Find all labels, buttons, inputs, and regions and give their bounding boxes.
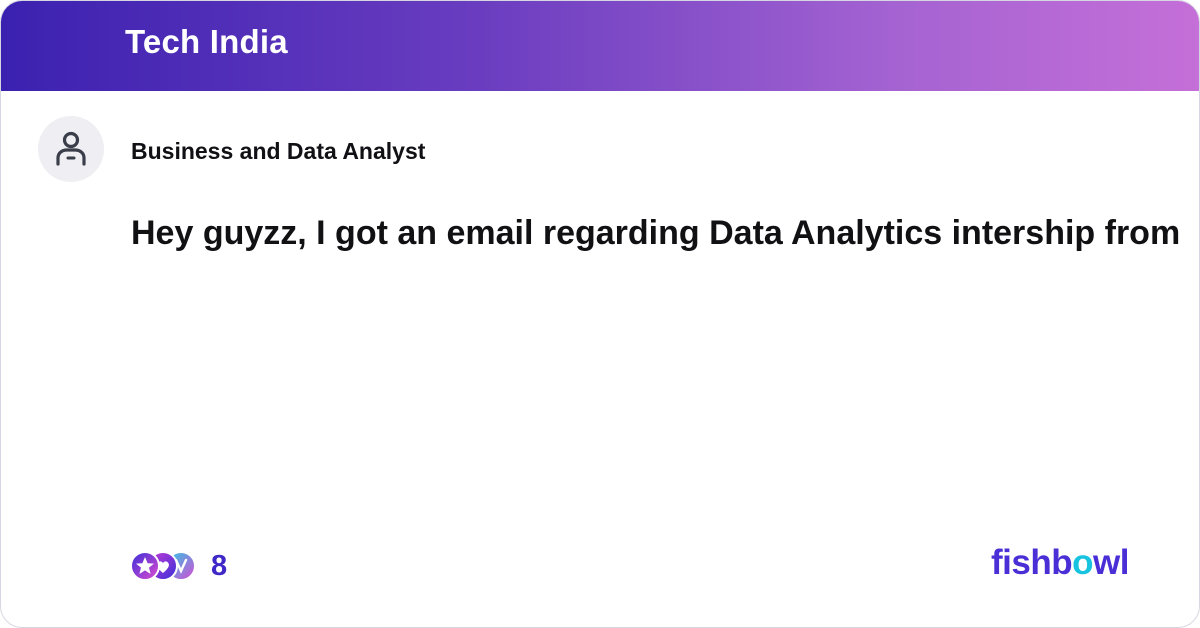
reactions[interactable]: 8 bbox=[129, 547, 227, 585]
reaction-count: 8 bbox=[211, 549, 228, 582]
author-name[interactable]: Business and Data Analyst bbox=[131, 138, 425, 165]
fishbowl-logo[interactable]: fishbowl bbox=[991, 543, 1129, 583]
brand-part1: fishb bbox=[991, 543, 1073, 582]
brand-o: o bbox=[1072, 543, 1093, 582]
post-text[interactable]: Hey guyzz, I got an email regarding Data… bbox=[131, 214, 1181, 253]
user-avatar-icon bbox=[56, 131, 86, 166]
star-reaction-icon bbox=[130, 551, 160, 581]
author-avatar[interactable] bbox=[38, 116, 104, 182]
post-card[interactable]: Tech India Business and Data Analyst Hey… bbox=[0, 0, 1200, 628]
group-header: Tech India bbox=[1, 1, 1199, 91]
reaction-icons bbox=[129, 547, 199, 585]
brand-part2: wl bbox=[1093, 543, 1129, 582]
group-title[interactable]: Tech India bbox=[125, 23, 288, 61]
